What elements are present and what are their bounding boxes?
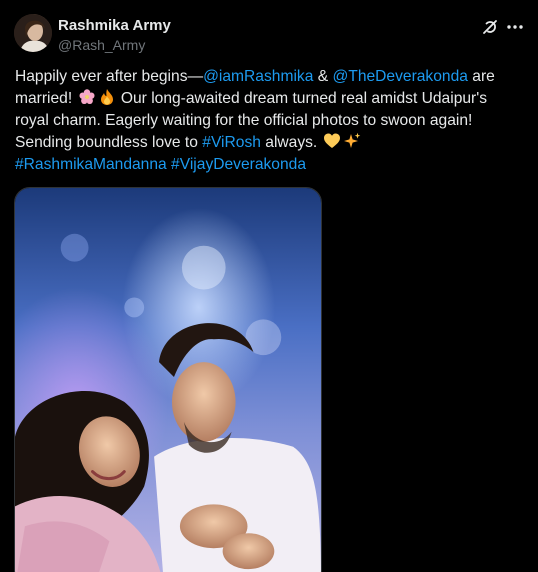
post-card: Rashmika Army @Rash_Army Happily ever af… (0, 0, 538, 572)
post-text-segment: Sending boundless love to (15, 134, 203, 151)
fire-emoji (100, 89, 113, 105)
post-text: Happily ever after begins—@iamRashmika &… (15, 66, 525, 176)
author-info: Rashmika Army @Rash_Army (58, 16, 171, 54)
post-text-segment: are (467, 68, 495, 85)
grok-icon[interactable] (480, 17, 500, 37)
hashtag-link[interactable]: #ViRosh (202, 134, 261, 151)
more-icon[interactable] (505, 17, 525, 37)
author-display-name[interactable]: Rashmika Army (58, 16, 171, 36)
mention-link[interactable]: @TheDeverakonda (332, 68, 467, 85)
yellow-heart-emoji (323, 133, 340, 148)
post-text-segment: royal charm. Eagerly waiting for the off… (15, 112, 473, 129)
post-text-segment: always. (260, 134, 322, 151)
author-handle[interactable]: @Rash_Army (58, 36, 171, 54)
mention-link[interactable]: @iamRashmika (203, 68, 313, 85)
avatar[interactable] (14, 14, 52, 52)
cherry-blossom-emoji (79, 89, 95, 104)
post-text-segment: & (313, 68, 333, 85)
couple-photo (15, 188, 321, 572)
post-image[interactable] (14, 187, 322, 572)
post-text-segment: Happily ever after begins— (15, 68, 204, 85)
hashtag-link[interactable]: #RashmikaMandanna (15, 156, 167, 173)
post-text-segment: Our long-awaited dream turned real amids… (116, 90, 488, 107)
avatar-image (14, 14, 52, 52)
sparkles-emoji (343, 132, 360, 148)
post-text-segment: married! (15, 90, 77, 107)
hashtag-link[interactable]: #VijayDeverakonda (171, 156, 306, 173)
